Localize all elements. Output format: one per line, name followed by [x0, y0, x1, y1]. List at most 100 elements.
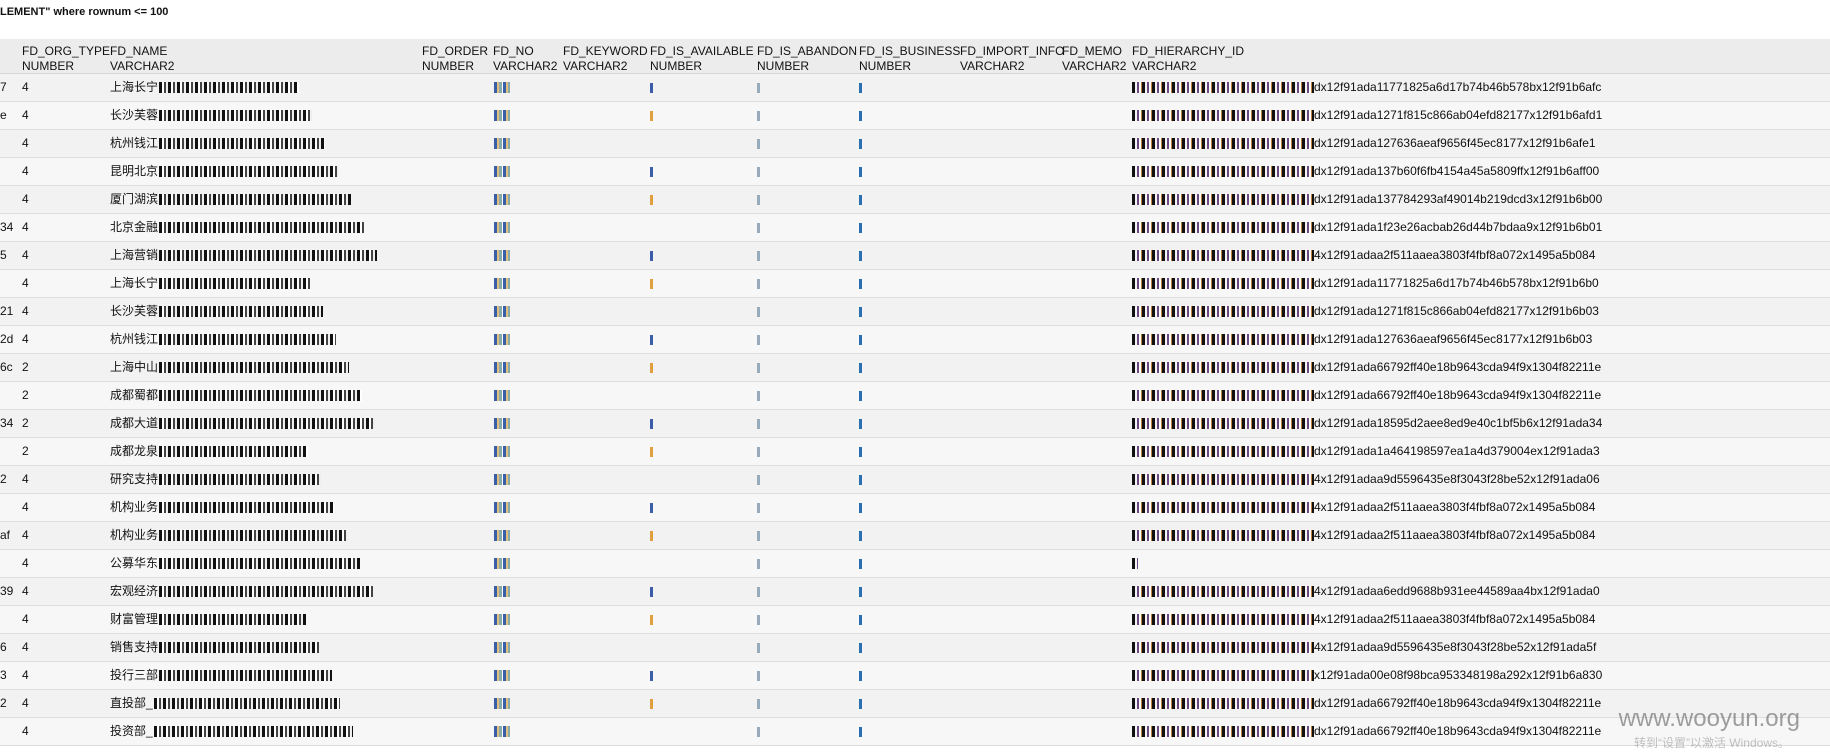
- column-header-fd-is-abandon[interactable]: FD_IS_ABANDON NUMBER: [757, 44, 857, 74]
- redacted-text: [159, 446, 309, 458]
- flag-mark: [650, 250, 653, 261]
- column-header-fd-name[interactable]: FD_NAME VARCHAR2: [110, 44, 174, 74]
- redacted-text: [159, 166, 339, 178]
- hierarchy-text: dx12f91ada66792ff40e18b9643cda94f9x1304f…: [1314, 724, 1602, 738]
- cell-hierarchy-id: dx12f91ada1f23e26acbab26d44b7bdaa9x12f91…: [1132, 220, 1602, 234]
- cell-no: [493, 668, 510, 683]
- table-row[interactable]: 34 4 北京金融 dx12f91ada1f23e26acbab26d44b7bdaa…: [0, 214, 1830, 242]
- name-text: 北京金融: [110, 220, 159, 234]
- table-row[interactable]: e 4 长沙芙蓉 dx12f91ada1271f815c866ab04efd82177…: [0, 102, 1830, 130]
- cell-hierarchy-id: [1132, 556, 1138, 570]
- cell-is-available: [650, 164, 653, 179]
- flag-mark: [757, 250, 760, 261]
- redacted-text: [1132, 362, 1314, 374]
- table-row[interactable]: 39 4 宏观经济 4x12f91adaa6edd9688b931ee44589aa4…: [0, 578, 1830, 606]
- table-row[interactable]: af 4 机构业务 4x12f91adaa2f511aaea3803f4fbf8a07…: [0, 522, 1830, 550]
- table-row[interactable]: 4 财富管理 4x12f91adaa2f511aaea3803f4fbf8a072x…: [0, 606, 1830, 634]
- redacted-text: [494, 138, 510, 150]
- row-id-fragment: 2d: [0, 332, 14, 346]
- redacted-text: [1132, 82, 1314, 94]
- cell-is-abandon: [757, 248, 760, 263]
- column-header-fd-keyword[interactable]: FD_KEYWORD VARCHAR2: [563, 44, 648, 74]
- flag-mark: [650, 418, 653, 429]
- column-header-fd-no[interactable]: FD_NO VARCHAR2: [493, 44, 557, 74]
- cell-org-type: 4: [22, 332, 29, 346]
- column-header-fd-org-type[interactable]: FD_ORG_TYPE NUMBER: [22, 44, 110, 74]
- redacted-text: [159, 614, 307, 626]
- table-row[interactable]: 2 4 直投部_ dx12f91ada66792ff40e18b9643cda94f9…: [0, 690, 1830, 718]
- table-row[interactable]: 7 4 上海长宁 dx12f91ada11771825a6d17b74b46b578b…: [0, 74, 1830, 102]
- flag-mark: [859, 586, 862, 597]
- table-row[interactable]: 4 机构业务 4x12f91adaa2f511aaea3803f4fbf8a072x…: [0, 494, 1830, 522]
- watermark: www.wooyun.org: [1618, 705, 1800, 732]
- cell-is-business: [859, 276, 862, 291]
- column-header-fd-memo[interactable]: FD_MEMO VARCHAR2: [1062, 44, 1126, 74]
- cell-name: 公募华东: [110, 556, 361, 571]
- hierarchy-text: dx12f91ada1271f815c866ab04efd82177x12f91…: [1314, 108, 1603, 122]
- table-row[interactable]: 2 成都蜀都 dx12f91ada66792ff40e18b9643cda94f9x…: [0, 382, 1830, 410]
- redacted-text: [159, 642, 320, 654]
- table-row[interactable]: 34 2 成都大道 dx12f91ada18595d2aee8ed9e40c1bf5b…: [0, 410, 1830, 438]
- cell-is-available: [650, 724, 653, 739]
- table-row[interactable]: 2 成都龙泉 dx12f91ada1a464198597ea1a4d379004ex…: [0, 438, 1830, 466]
- flag-mark: [757, 474, 760, 485]
- cell-is-business: [859, 332, 862, 347]
- flag-mark: [859, 698, 862, 709]
- table-row[interactable]: 2 4 研究支持 4x12f91adaa9d5596435e8f3043f28be52…: [0, 466, 1830, 494]
- redacted-text: [1132, 446, 1314, 458]
- table-row[interactable]: 2d 4 杭州钱江 dx12f91ada127636aeaf9656f45ec8177…: [0, 326, 1830, 354]
- flag-mark: [650, 82, 653, 93]
- table-row[interactable]: 21 4 长沙芙蓉 dx12f91ada1271f815c866ab04efd8217…: [0, 298, 1830, 326]
- table-row[interactable]: 3 4 投行三部 x12f91ada00e08f98bca953348198a292x…: [0, 662, 1830, 690]
- table-row[interactable]: 4 杭州钱江 dx12f91ada127636aeaf9656f45ec8177x1…: [0, 130, 1830, 158]
- table-row[interactable]: 4 公募华东: [0, 550, 1830, 578]
- name-text: 上海营销: [110, 248, 159, 262]
- table-row[interactable]: 4 厦门湖滨 dx12f91ada137784293af49014b219dcd3x…: [0, 186, 1830, 214]
- flag-mark: [859, 474, 862, 485]
- cell-is-abandon: [757, 556, 760, 571]
- redacted-text: [1132, 334, 1314, 346]
- cell-name: 北京金融: [110, 220, 365, 235]
- cell-name: 上海营销: [110, 248, 378, 263]
- table-row[interactable]: 6 4 销售支持 4x12f91adaa9d5596435e8f3043f28be52…: [0, 634, 1830, 662]
- column-header-fd-is-available[interactable]: FD_IS_AVAILABLE NUMBER: [650, 44, 754, 74]
- column-header-fd-hierarchy-id[interactable]: FD_HIERARCHY_ID VARCHAR2: [1132, 44, 1244, 74]
- column-header-fd-import-info[interactable]: FD_IMPORT_INFO VARCHAR2: [960, 44, 1064, 74]
- cell-no: [493, 192, 510, 207]
- redacted-text: [1132, 110, 1314, 122]
- cell-is-available: [650, 332, 653, 347]
- table-row[interactable]: 4 上海长宁 dx12f91ada11771825a6d17b74b46b578bx…: [0, 270, 1830, 298]
- table-row[interactable]: 4 投资部_ dx12f91ada66792ff40e18b9643cda94f9x…: [0, 718, 1830, 746]
- flag-mark: [650, 586, 653, 597]
- cell-is-abandon: [757, 360, 760, 375]
- cell-is-abandon: [757, 192, 760, 207]
- cell-hierarchy-id: x12f91ada00e08f98bca953348198a292x12f91b…: [1132, 668, 1602, 682]
- cell-is-available: [650, 80, 653, 95]
- redacted-text: [159, 670, 333, 682]
- cell-org-type: 4: [22, 192, 29, 206]
- cell-is-available: [650, 360, 653, 375]
- column-header-fd-order[interactable]: FD_ORDER NUMBER: [422, 44, 488, 74]
- cell-is-abandon: [757, 220, 760, 235]
- cell-no: [493, 248, 510, 263]
- name-text: 宏观经济: [110, 584, 159, 598]
- redacted-text: [159, 82, 300, 94]
- redacted-text: [494, 670, 510, 682]
- cell-hierarchy-id: 4x12f91adaa2f511aaea3803f4fbf8a072x1495a…: [1132, 500, 1595, 514]
- name-text: 厦门湖滨: [110, 192, 159, 206]
- cell-org-type: 2: [22, 444, 29, 458]
- column-header-fd-is-business[interactable]: FD_IS_BUSINESS NUMBER: [859, 44, 960, 74]
- table-row[interactable]: 6c 2 上海中山 dx12f91ada66792ff40e18b9643cda94f…: [0, 354, 1830, 382]
- table-row[interactable]: 4 昆明北京 dx12f91ada137b60f6fb4154a45a5809ffx…: [0, 158, 1830, 186]
- flag-mark: [859, 250, 862, 261]
- cell-is-business: [859, 304, 862, 319]
- flag-mark: [859, 390, 862, 401]
- cell-org-type: 2: [22, 416, 29, 430]
- cell-name: 宏观经济: [110, 584, 374, 599]
- table-row[interactable]: 5 4 上海营销 4x12f91adaa2f511aaea3803f4fbf8a072…: [0, 242, 1830, 270]
- name-text: 昆明北京: [110, 164, 159, 178]
- cell-org-type: 4: [22, 108, 29, 122]
- redacted-text: [159, 474, 322, 486]
- cell-no: [493, 696, 510, 711]
- flag-mark: [757, 166, 760, 177]
